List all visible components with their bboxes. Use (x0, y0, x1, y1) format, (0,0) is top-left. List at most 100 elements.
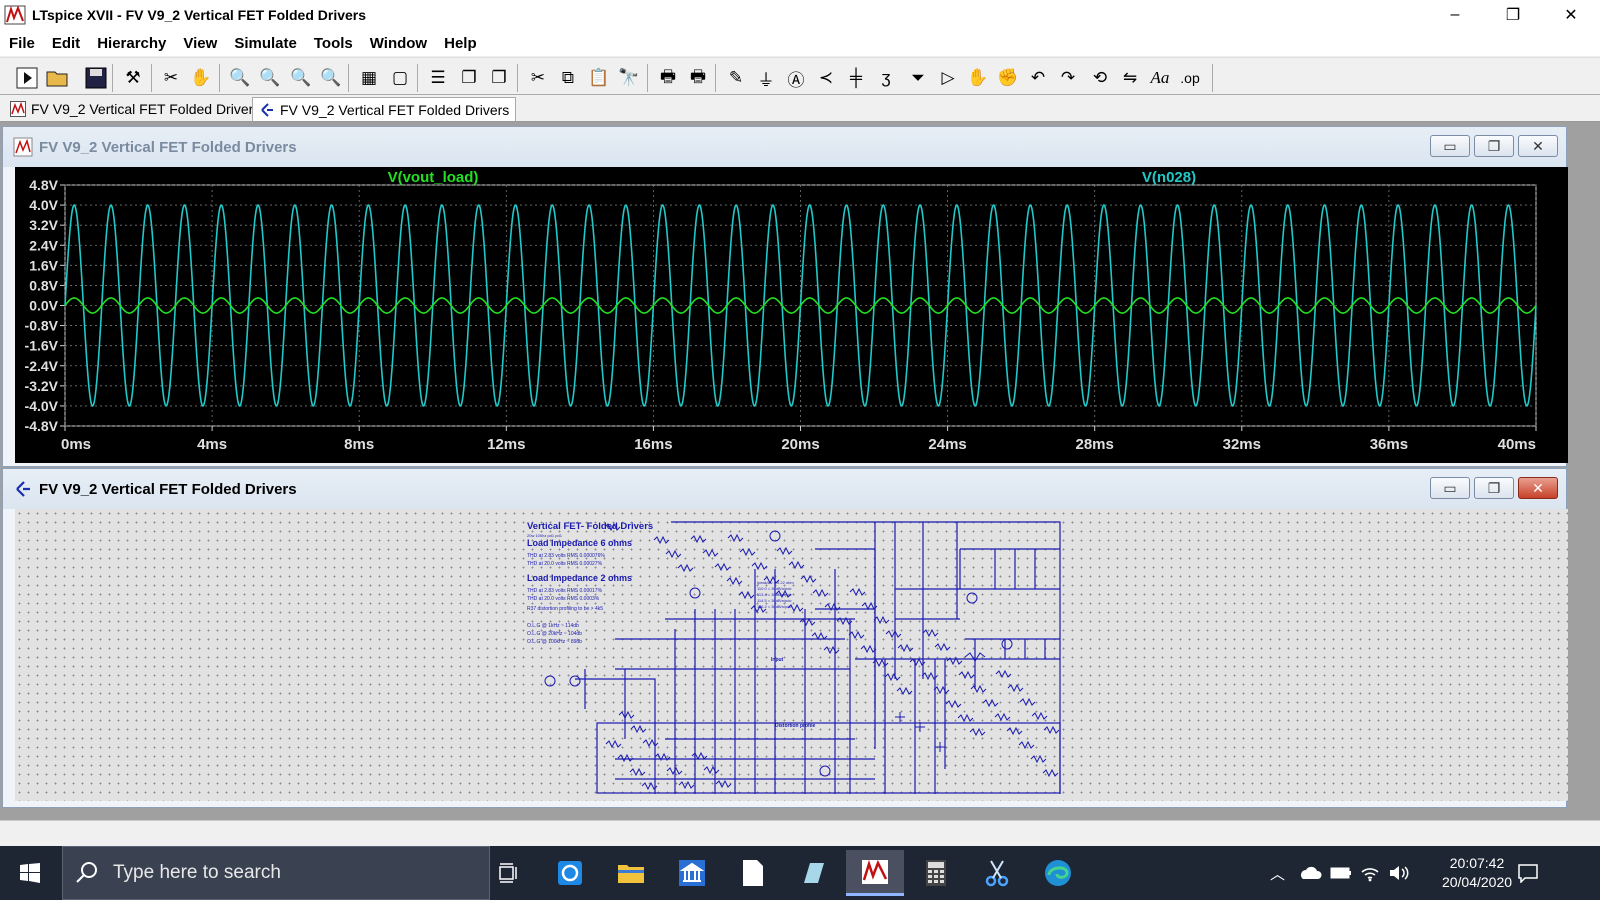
redo-icon[interactable]: ↷ (1055, 65, 1081, 91)
spice-directive-icon[interactable]: .op (1177, 65, 1203, 91)
windows-logo-icon (20, 863, 40, 883)
zoom-in-icon[interactable]: 🔍 (227, 65, 253, 91)
x-tick-label: 4ms (197, 436, 227, 453)
calculator-icon[interactable] (907, 850, 965, 896)
zoom-area-icon[interactable]: 🔍 (257, 65, 283, 91)
resistor-symbol (885, 629, 902, 639)
waveform-restore-button[interactable]: ❐ (1474, 135, 1514, 157)
bank-app-icon[interactable] (663, 850, 721, 896)
start-button[interactable] (0, 846, 60, 900)
print-icon[interactable]: 🖶 (655, 65, 681, 91)
wifi-icon[interactable] (1360, 846, 1380, 900)
y-tick-label: 4.0V (29, 197, 58, 213)
onedrive-icon[interactable] (1298, 846, 1322, 900)
status-bar (0, 820, 1600, 846)
paint-app-icon[interactable] (785, 850, 843, 896)
resistor-symbol (788, 560, 805, 570)
resistor-symbol (678, 780, 695, 790)
menu-tools[interactable]: Tools (305, 35, 361, 52)
close-button[interactable]: ✕ (1542, 0, 1600, 30)
notifications-icon[interactable] (1517, 846, 1539, 900)
schematic-canvas[interactable]: Vertical FET- Folded Drivers 20w 100hz p… (15, 509, 1568, 801)
menu-edit[interactable]: Edit (43, 35, 88, 52)
tile-vertical-icon[interactable]: ❐ (486, 65, 512, 91)
menu-hierarchy[interactable]: Hierarchy (88, 35, 174, 52)
find-icon[interactable]: 🔭 (616, 65, 642, 91)
resistor-symbol (739, 547, 756, 557)
sync-app-icon[interactable] (541, 850, 599, 896)
drag-icon[interactable]: ✊ (995, 65, 1021, 91)
zoom-cancel-icon[interactable]: 🔍 (318, 65, 344, 91)
rubber-band-icon[interactable]: ▢ (387, 65, 413, 91)
cut-icon[interactable]: ✂ (525, 65, 551, 91)
x-tick-label: 8ms (344, 436, 374, 453)
save-icon[interactable] (83, 65, 109, 91)
document-icon[interactable] (724, 850, 782, 896)
x-tick-label: 32ms (1223, 436, 1261, 453)
tab-schematic[interactable]: FV V9_2 Vertical FET Folded Drivers (252, 97, 517, 121)
waveform-window: FV V9_2 Vertical FET Folded Drivers ▭ ❐ … (2, 126, 1568, 467)
waveform-plot[interactable]: 4.8V 4.0V 3.2V 2.4V 1.6V 0.8V 0.0V -0.8V -1.6V -2… (15, 167, 1568, 463)
file-explorer-icon[interactable] (602, 850, 660, 896)
schematic-wires (575, 521, 1061, 794)
inductor-icon[interactable]: ʒ (873, 65, 899, 91)
x-tick-label: 24ms (928, 436, 966, 453)
minimize-button[interactable]: – (1426, 0, 1484, 30)
waveform-close-button[interactable]: ✕ (1518, 135, 1558, 157)
component-icon[interactable]: ▷ (935, 65, 961, 91)
resistor-icon[interactable]: ≺ (813, 65, 839, 91)
note-thd2b: THD at 20.0 volts RMS 0.0003% (527, 596, 600, 602)
taskbar-clock[interactable]: 20:07:42 20/04/2020 (1432, 854, 1522, 892)
waveform-minimize-button[interactable]: ▭ (1430, 135, 1470, 157)
diode-icon[interactable]: ⏷ (905, 65, 931, 91)
resistor-symbol (1031, 711, 1048, 721)
note-thd6a: THD at 2.83 volts RMS 0.000076% (527, 553, 605, 559)
resistor-symbol (1018, 740, 1035, 750)
y-tick-label: 0.8V (29, 277, 58, 293)
control-panel-icon[interactable]: ⚒ (120, 65, 146, 91)
run-icon[interactable] (14, 65, 40, 91)
schematic-close-button[interactable]: ✕ (1518, 477, 1558, 499)
rotate-icon[interactable]: ⟲ (1087, 65, 1113, 91)
autorange-icon[interactable]: ▦ (356, 65, 382, 91)
show-hidden-icons-icon[interactable]: ︿ (1270, 846, 1285, 900)
undo-icon[interactable]: ↶ (1025, 65, 1051, 91)
resistor-symbol (1007, 683, 1024, 693)
menu-help[interactable]: Help (435, 35, 485, 52)
menu-window[interactable]: Window (361, 35, 435, 52)
volume-icon[interactable] (1388, 846, 1410, 900)
paste-icon[interactable]: 📋 (586, 65, 612, 91)
snipping-tool-icon[interactable] (968, 850, 1026, 896)
ground-icon[interactable]: ⏚ (753, 65, 779, 91)
ltspice-icon[interactable] (846, 850, 904, 896)
schematic-restore-button[interactable]: ❐ (1474, 477, 1514, 499)
toolbar: ⚒ ✂ ✋ 🔍 🔍 🔍 🔍 ▦ ▢ ☰ ❐ ❐ ✂ ⧉ 📋 🔭 🖶 🖶 ✎ ⏚ … (0, 57, 1600, 95)
open-icon[interactable] (45, 65, 71, 91)
move-icon[interactable]: ✋ (965, 65, 991, 91)
schematic-minimize-button[interactable]: ▭ (1430, 477, 1470, 499)
x-tick-label: 20ms (781, 436, 819, 453)
label-net-icon[interactable]: Ⓐ (783, 65, 809, 91)
pan-icon[interactable]: ✋ (188, 65, 214, 91)
capacitor-icon[interactable]: ╪ (843, 65, 869, 91)
text-icon[interactable]: Aa (1147, 65, 1173, 91)
cascade-icon[interactable]: ❐ (456, 65, 482, 91)
print-setup-icon[interactable]: 🖶 (685, 65, 711, 91)
draw-wire-icon[interactable]: ✎ (723, 65, 749, 91)
halt-icon[interactable]: ✂ (158, 65, 184, 91)
menu-file[interactable]: File (0, 35, 43, 52)
edge-icon[interactable] (1029, 850, 1087, 896)
resistor-symbol (642, 738, 659, 748)
tab-waveform[interactable]: FV V9_2 Vertical FET Folded Drivers (4, 97, 266, 121)
mirror-icon[interactable]: ⇋ (1117, 65, 1143, 91)
menu-view[interactable]: View (174, 35, 225, 52)
resistor-symbol (873, 615, 890, 625)
task-view-icon[interactable] (480, 850, 538, 896)
battery-icon[interactable] (1330, 846, 1352, 900)
taskbar-search-box[interactable]: Type here to search (62, 846, 490, 900)
tile-horizontal-icon[interactable]: ☰ (425, 65, 451, 91)
menu-simulate[interactable]: Simulate (225, 35, 305, 52)
maximize-button[interactable]: ❐ (1484, 0, 1542, 30)
copy-icon[interactable]: ⧉ (555, 65, 581, 91)
zoom-out-icon[interactable]: 🔍 (288, 65, 314, 91)
